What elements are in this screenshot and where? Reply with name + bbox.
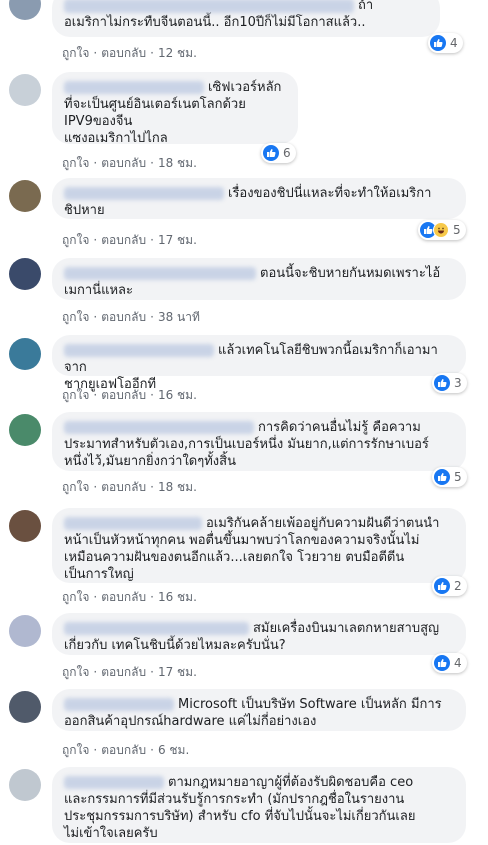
comment-bubble: สมัยเครื่องบินมาเลตกหายสาบสูญ เกี่ยวกับ … — [52, 613, 466, 655]
like-link[interactable]: ถูกใจ — [62, 233, 89, 247]
avatar[interactable] — [9, 0, 41, 20]
comment-actions: ถูกใจ · ตอบกลับ · 38 นาที — [62, 310, 200, 324]
like-link[interactable]: ถูกใจ — [62, 310, 89, 324]
comment-time: 16 ชม. — [157, 388, 197, 402]
reply-link[interactable]: ตอบกลับ — [101, 665, 146, 679]
comment-actions: ถูกใจ · ตอบกลับ · 12 ชม. — [62, 46, 197, 60]
commenter-name[interactable] — [64, 776, 164, 789]
comment-actions: ถูกใจ · ตอบกลับ · 18 ชม. — [62, 156, 197, 170]
like-link[interactable]: ถูกใจ — [62, 743, 89, 757]
reply-link[interactable]: ตอบกลับ — [101, 388, 146, 402]
avatar[interactable] — [9, 691, 41, 723]
commenter-name[interactable] — [64, 517, 202, 530]
comment-bubble: ถ้า อเมริกาไม่กระทืบจีนตอนนี้.. อีก10ปีก… — [52, 0, 440, 37]
like-icon — [434, 578, 450, 594]
reaction-count[interactable]: 5 — [418, 220, 466, 240]
avatar[interactable] — [9, 258, 41, 290]
reply-link[interactable]: ตอบกลับ — [101, 590, 146, 604]
avatar[interactable] — [9, 180, 41, 212]
comment-actions: ถูกใจ · ตอบกลับ · 6 ชม. — [62, 743, 190, 757]
like-icon — [263, 145, 279, 161]
like-link[interactable]: ถูกใจ — [62, 590, 89, 604]
reaction-count[interactable]: 3 — [432, 373, 467, 393]
comment-time: 38 นาที — [157, 310, 200, 324]
like-link[interactable]: ถูกใจ — [62, 480, 89, 494]
like-icon — [434, 655, 450, 671]
avatar[interactable] — [9, 510, 41, 542]
comment-time: 18 ชม. — [157, 480, 197, 494]
like-icon — [434, 375, 450, 391]
reply-link[interactable]: ตอบกลับ — [101, 233, 146, 247]
comment-bubble: การคิดว่าคนอื่นไม่รู้ คือความ ประมาทสำหร… — [52, 412, 466, 471]
comment-time: 16 ชม. — [157, 590, 197, 604]
reaction-count[interactable]: 4 — [432, 653, 467, 673]
comment-bubble: เรื่องของชิปนี่แหละที่จะทำให้อเมริกา ชิป… — [52, 178, 466, 219]
avatar[interactable] — [9, 769, 41, 801]
commenter-name[interactable] — [64, 421, 254, 434]
reaction-count[interactable]: 6 — [261, 143, 296, 163]
commenter-name[interactable] — [64, 0, 354, 13]
comment-actions: ถูกใจ · ตอบกลับ · 16 ชม. — [62, 388, 197, 402]
commenter-name[interactable] — [64, 344, 214, 357]
comment-time: 12 ชม. — [157, 46, 197, 60]
commenter-name[interactable] — [64, 622, 249, 635]
haha-icon — [433, 222, 449, 238]
avatar[interactable] — [9, 74, 41, 106]
comment-bubble: เซิฟเวอร์หลัก ที่จะเป็นศูนย์อินเตอร์เนตโ… — [52, 72, 298, 146]
commenter-name[interactable] — [64, 698, 174, 711]
reaction-count[interactable]: 4 — [428, 33, 463, 53]
reaction-count[interactable]: 2 — [432, 576, 467, 596]
like-link[interactable]: ถูกใจ — [62, 388, 89, 402]
like-link[interactable]: ถูกใจ — [62, 665, 89, 679]
comment-bubble: Microsoft เป็นบริษัท Software เป็นหลัก ม… — [52, 689, 466, 731]
comment-time: 6 ชม. — [157, 743, 190, 757]
comment-bubble: อเมริกันคล้ายเพ้ออยู่กับความฝันดีว่าตนนำ… — [52, 508, 466, 583]
reply-link[interactable]: ตอบกลับ — [101, 743, 146, 757]
commenter-name[interactable] — [64, 267, 256, 280]
commenter-name[interactable] — [64, 187, 224, 200]
avatar[interactable] — [9, 338, 41, 370]
comment-bubble: แล้วเทคโนโลยีชิบพวกนี้อเมริกาก็เอามาจาก … — [52, 335, 466, 392]
comment-bubble: ตามกฎหมายอาญาผู้ที่ต้องรับผิดชอบคือ ceo … — [52, 767, 466, 843]
reply-link[interactable]: ตอบกลับ — [101, 480, 146, 494]
reply-link[interactable]: ตอบกลับ — [101, 310, 146, 324]
like-link[interactable]: ถูกใจ — [62, 46, 89, 60]
comment-time: 17 ชม. — [157, 233, 197, 247]
reply-link[interactable]: ตอบกลับ — [101, 46, 146, 60]
comment-time: 17 ชม. — [157, 665, 197, 679]
comment-actions: ถูกใจ · ตอบกลับ · 17 ชม. — [62, 233, 197, 247]
comment-actions: ถูกใจ · ตอบกลับ · 16 ชม. — [62, 590, 197, 604]
like-icon — [430, 35, 446, 51]
avatar[interactable] — [9, 615, 41, 647]
reply-link[interactable]: ตอบกลับ — [101, 156, 146, 170]
comment-actions: ถูกใจ · ตอบกลับ · 17 ชม. — [62, 665, 197, 679]
comment-bubble: ตอนนี้จะชิบหายกันหมดเพราะไอ้ เมกานี่แหละ — [52, 258, 466, 300]
reaction-count[interactable]: 5 — [432, 467, 467, 487]
like-icon — [434, 469, 450, 485]
like-link[interactable]: ถูกใจ — [62, 156, 89, 170]
avatar[interactable] — [9, 414, 41, 446]
comment-actions: ถูกใจ · ตอบกลับ · 18 ชม. — [62, 480, 197, 494]
comment-time: 18 ชม. — [157, 156, 197, 170]
commenter-name[interactable] — [64, 81, 204, 94]
